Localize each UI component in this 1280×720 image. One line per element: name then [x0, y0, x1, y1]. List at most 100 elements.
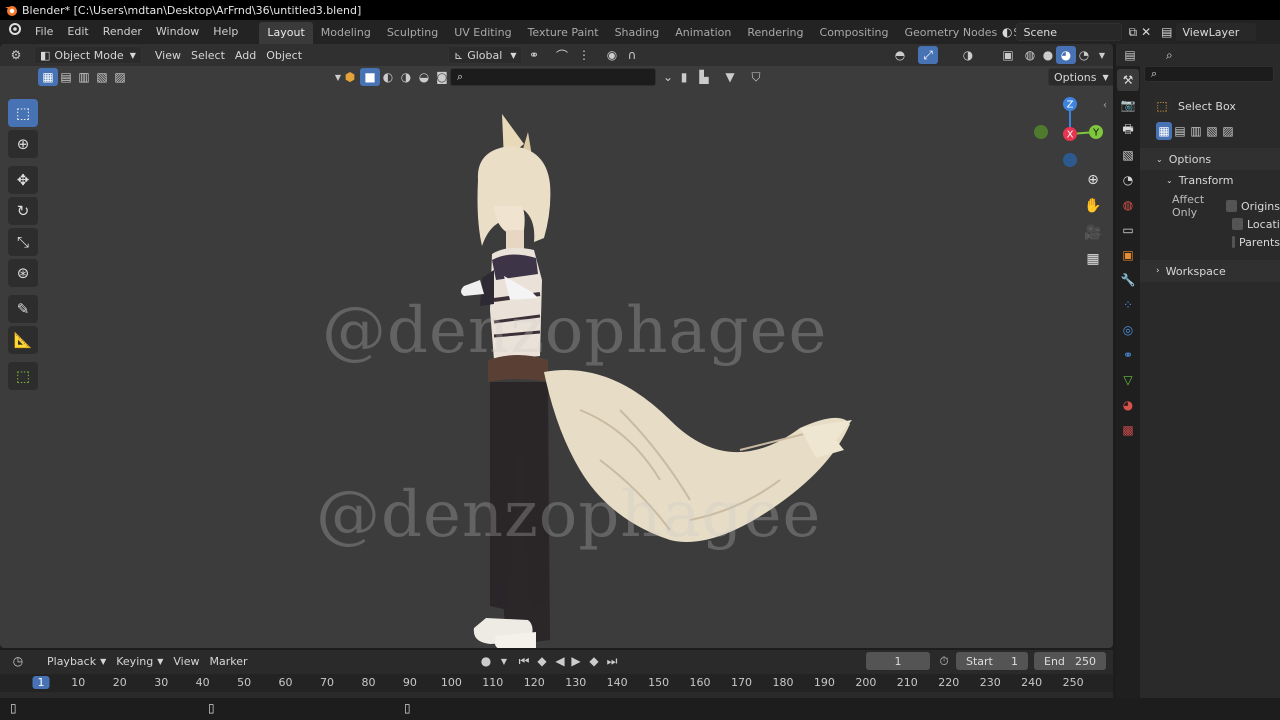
- material-shading-icon[interactable]: ◕: [1056, 46, 1076, 64]
- proportional-edit-icon[interactable]: ◉: [602, 46, 622, 64]
- menu-object[interactable]: Object: [261, 46, 307, 64]
- transform-subpanel-header[interactable]: ⌄ Transform: [1140, 170, 1280, 190]
- options-dropdown[interactable]: Options ▼: [1048, 68, 1113, 86]
- select-mode-invert-icon[interactable]: ▧: [92, 68, 112, 86]
- select-mode-subtract-icon[interactable]: ▥: [1188, 122, 1204, 140]
- play-icon[interactable]: ▶: [566, 652, 586, 670]
- options-panel-header[interactable]: ⌄ Options: [1140, 148, 1280, 170]
- overlays-icon[interactable]: ◑: [958, 46, 978, 64]
- menu-timeline-view[interactable]: View: [168, 652, 204, 670]
- current-frame-field[interactable]: 1: [866, 652, 930, 670]
- menu-help[interactable]: Help: [206, 20, 245, 44]
- move-tool-icon[interactable]: ✥: [8, 166, 38, 194]
- menu-select[interactable]: Select: [186, 46, 230, 64]
- render-tab-icon[interactable]: 📷: [1117, 94, 1139, 116]
- navigation-gizmo[interactable]: Z Y X: [1030, 94, 1110, 170]
- menu-playback[interactable]: Playback ▼: [42, 652, 111, 670]
- viewport-search-input[interactable]: ⌕: [450, 68, 656, 86]
- select-mode-new-icon[interactable]: ▦: [38, 68, 58, 86]
- annotate-tool-icon[interactable]: ✎: [8, 295, 38, 323]
- pan-hand-icon[interactable]: ✋: [1081, 194, 1105, 218]
- object-types-icon[interactable]: ⬢: [340, 68, 360, 86]
- constraints-tab-icon[interactable]: ⚭: [1117, 344, 1139, 366]
- camera-view-icon[interactable]: 🎥: [1081, 221, 1105, 245]
- output-tab-icon[interactable]: 🖶: [1117, 119, 1139, 141]
- select-mode-extend-icon[interactable]: ▤: [56, 68, 76, 86]
- scale-tool-icon[interactable]: ⤡: [8, 228, 38, 256]
- rendered-shading-icon[interactable]: ◔: [1074, 46, 1094, 64]
- perspective-grid-icon[interactable]: ▦: [1081, 247, 1105, 271]
- stopwatch-icon[interactable]: ⏱: [934, 652, 954, 670]
- start-frame-field[interactable]: Start 1: [956, 652, 1028, 670]
- filter-icon[interactable]: ▼: [720, 68, 740, 86]
- menu-keying[interactable]: Keying ▼: [111, 652, 168, 670]
- transform-tool-icon[interactable]: ⊛: [8, 259, 38, 287]
- shading-options-icon[interactable]: ▼: [1092, 46, 1112, 64]
- locations-checkbox[interactable]: [1232, 218, 1243, 230]
- tab-animation[interactable]: Animation: [667, 22, 739, 44]
- collection-tab-icon[interactable]: ▭: [1117, 219, 1139, 241]
- menu-edit[interactable]: Edit: [60, 20, 95, 44]
- tool-settings-tab-icon[interactable]: ⚒: [1117, 69, 1139, 91]
- visibility-icon[interactable]: ◓: [890, 46, 910, 64]
- world-tab-icon[interactable]: ◍: [1117, 194, 1139, 216]
- select-mode-extend-icon[interactable]: ▤: [1172, 122, 1188, 140]
- select-mode-subtract-icon[interactable]: ▥: [74, 68, 94, 86]
- tab-layout[interactable]: Layout: [259, 22, 313, 44]
- scene-icon[interactable]: ◐: [1002, 25, 1012, 39]
- xray-icon[interactable]: ▣: [998, 46, 1018, 64]
- texture-tab-icon[interactable]: ▩: [1117, 419, 1139, 441]
- origins-checkbox[interactable]: [1226, 200, 1238, 212]
- measure-tool-icon[interactable]: 📐: [8, 326, 38, 354]
- jump-to-end-icon[interactable]: ⏭: [602, 652, 622, 670]
- tab-uv-editing[interactable]: UV Editing: [446, 22, 519, 44]
- timeline-frame-ruler[interactable]: 1 10 20 30 40 50 60 70 80 90 100 110 120 130 140 150 160…: [0, 674, 1113, 692]
- properties-search-input[interactable]: ⌕: [1144, 66, 1274, 82]
- shield-icon[interactable]: ⛉: [746, 68, 766, 86]
- menu-marker[interactable]: Marker: [204, 652, 252, 670]
- tab-geometry-nodes[interactable]: Geometry Nodes: [896, 22, 1005, 44]
- select-mode-new-icon[interactable]: ▦: [1156, 122, 1172, 140]
- menu-render[interactable]: Render: [96, 20, 149, 44]
- menu-view[interactable]: View: [150, 46, 186, 64]
- rotate-tool-icon[interactable]: ↻: [8, 197, 38, 225]
- select-box-tool-icon[interactable]: ⬚: [8, 99, 38, 127]
- sort-icon[interactable]: ▙: [694, 68, 714, 86]
- pivot-point-icon[interactable]: ⚭: [524, 46, 544, 64]
- data-tab-icon[interactable]: ▽: [1117, 369, 1139, 391]
- scene-selector[interactable]: Scene: [1016, 23, 1123, 41]
- bookmark-icon[interactable]: ▮: [674, 68, 694, 86]
- object-tab-icon[interactable]: ▣: [1117, 244, 1139, 266]
- filter-camera-icon[interactable]: ◙: [432, 68, 452, 86]
- new-scene-icon[interactable]: ⧉: [1128, 25, 1137, 40]
- zoom-icon[interactable]: ⊕: [1081, 168, 1105, 192]
- tab-texture-paint[interactable]: Texture Paint: [520, 22, 607, 44]
- snap-target-icon[interactable]: ⋮: [574, 46, 594, 64]
- particles-tab-icon[interactable]: ⁘: [1117, 294, 1139, 316]
- chevron-down-icon[interactable]: ▼: [494, 652, 514, 670]
- select-box-icon[interactable]: ⬚: [1152, 97, 1172, 115]
- tab-rendering[interactable]: Rendering: [739, 22, 811, 44]
- physics-tab-icon[interactable]: ◎: [1117, 319, 1139, 341]
- view-layer-selector[interactable]: ViewLayer: [1176, 23, 1257, 41]
- workspace-panel-header[interactable]: › Workspace: [1140, 260, 1280, 282]
- snap-icon[interactable]: ⌒: [552, 46, 572, 64]
- tab-modeling[interactable]: Modeling: [313, 22, 379, 44]
- character-model[interactable]: [440, 110, 860, 648]
- cursor-tool-icon[interactable]: ⊕: [8, 130, 38, 158]
- next-keyframe-icon[interactable]: ◆: [584, 652, 604, 670]
- material-tab-icon[interactable]: ◕: [1117, 394, 1139, 416]
- gizmo-toggle-icon[interactable]: ⤢: [918, 46, 938, 64]
- menu-file[interactable]: File: [28, 20, 60, 44]
- previous-keyframe-icon[interactable]: ◆: [532, 652, 552, 670]
- scene-tab-icon[interactable]: ◔: [1117, 169, 1139, 191]
- view-layer-icon[interactable]: ▤: [1161, 25, 1172, 39]
- wireframe-shading-icon[interactable]: ◍: [1020, 46, 1040, 64]
- filter-light-icon[interactable]: ◒: [414, 68, 434, 86]
- parents-checkbox[interactable]: [1232, 236, 1236, 248]
- sidebar-toggle-icon[interactable]: ‹: [1103, 100, 1107, 111]
- tab-sculpting[interactable]: Sculpting: [379, 22, 446, 44]
- transform-orientation-selector[interactable]: ⊾ Global ▼: [448, 46, 523, 64]
- view-layer-tab-icon[interactable]: ▧: [1117, 144, 1139, 166]
- select-mode-intersect-icon[interactable]: ▨: [1220, 122, 1236, 140]
